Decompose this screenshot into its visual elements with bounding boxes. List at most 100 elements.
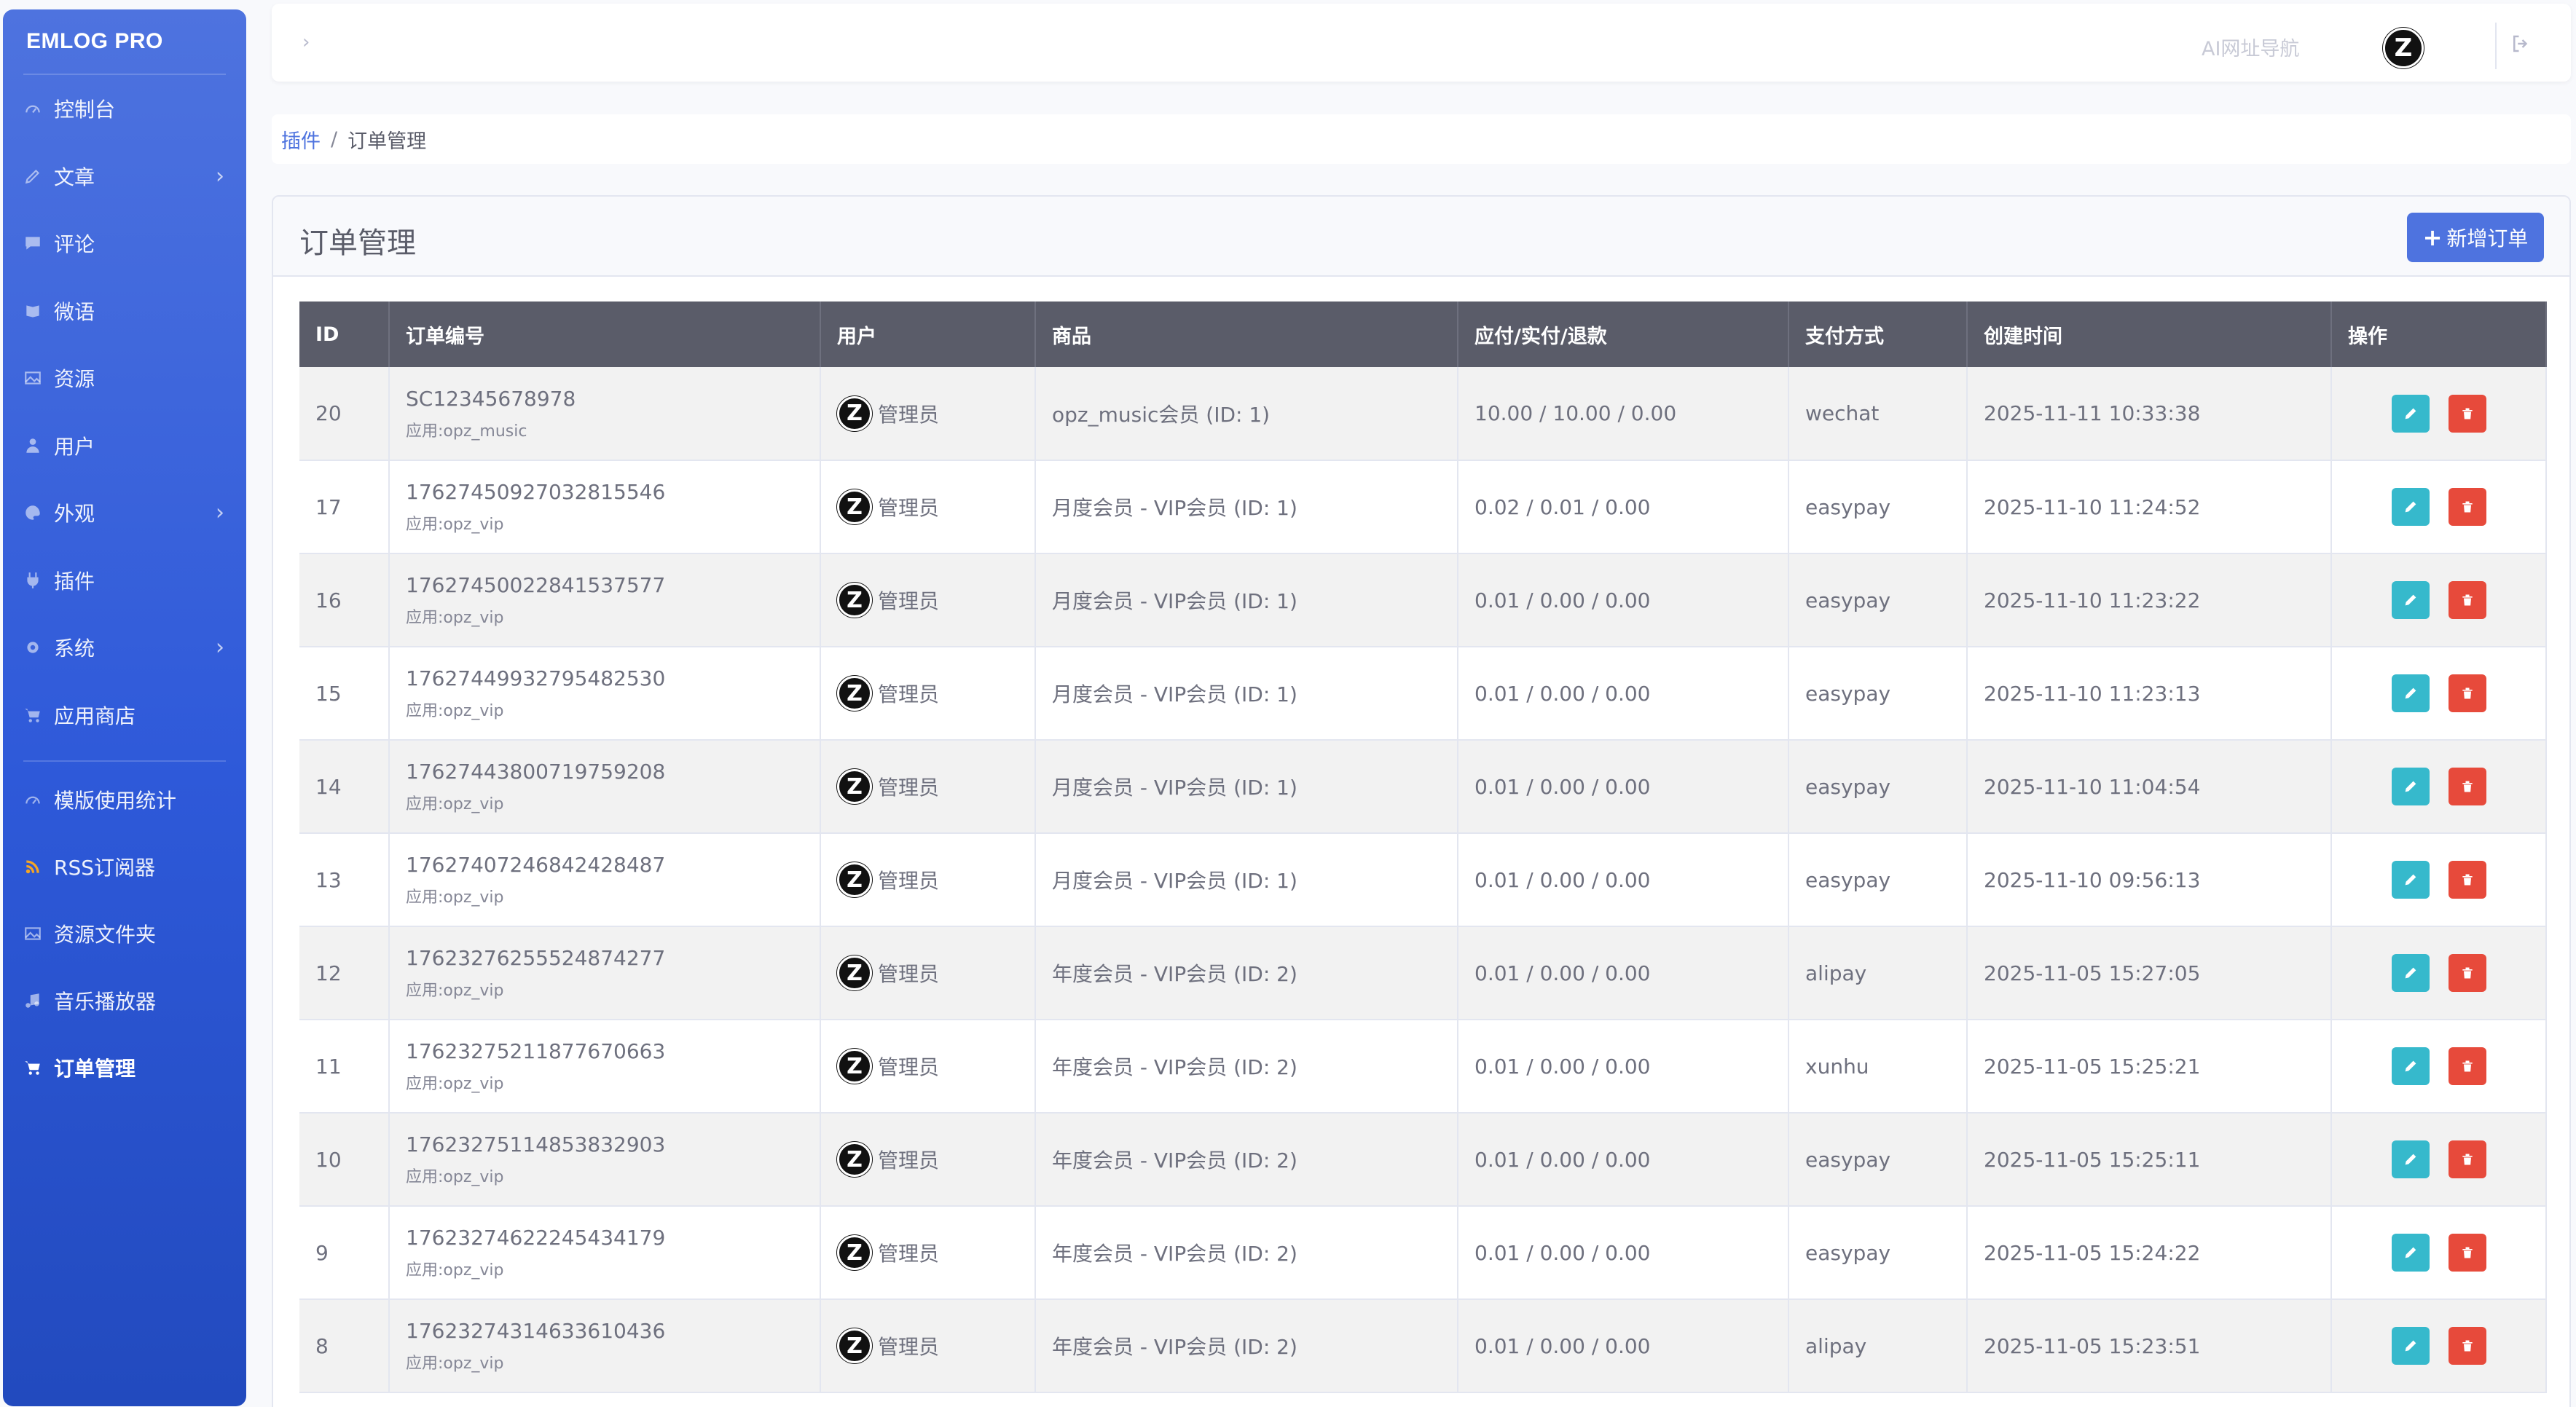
user-name: 管理员	[878, 962, 940, 986]
avatar: Z	[837, 676, 872, 711]
table-row: 15 17627449932795482530 应用:opz_vip Z 管理员 月度会员…	[299, 647, 2547, 741]
brand-logo[interactable]: EMLOG PRO	[23, 9, 226, 75]
edit-button[interactable]	[2392, 1047, 2430, 1085]
sidebar-item-label: 音乐播放器	[54, 990, 157, 1014]
table-row: 14 17627443800719759208 应用:opz_vip Z 管理员 月度会员…	[299, 740, 2547, 834]
sidebar-item-label: 资源	[54, 367, 95, 392]
table-header: ID 订单编号 用户 商品 应付/实付/退款 支付方式 创建时间 操作	[299, 302, 2547, 367]
sidebar-item-notes[interactable]: 微语	[23, 277, 226, 345]
product-cell: 年度会员 - VIP会员 (ID: 2)	[1035, 1113, 1458, 1207]
breadcrumb-current: 订单管理	[347, 130, 427, 153]
edit-button[interactable]	[2392, 674, 2430, 712]
table-row: 20 SC12345678978 应用:opz_music Z 管理员 opz_music…	[299, 367, 2547, 461]
pencil-icon	[2405, 501, 2416, 513]
delete-button[interactable]	[2449, 1327, 2486, 1365]
edit-button[interactable]	[2392, 954, 2430, 992]
user-cell: Z 管理员	[820, 460, 1036, 554]
sidebar-item-app-store[interactable]: 应用商店	[23, 682, 226, 749]
sidebar-item-rss-reader[interactable]: RSS订阅器	[23, 833, 226, 900]
sidebar-item-resource-folder[interactable]: 资源文件夹	[23, 900, 226, 967]
payment-cell: easypay	[1788, 647, 1968, 741]
sidebar: EMLOG PRO 控制台 文章 › 评论微语资源用户 外观 › 插件系统 › 应用商店 模版使…	[3, 9, 246, 1406]
avatar: Z	[837, 862, 872, 897]
user-cell: Z 管理员	[820, 1020, 1036, 1114]
order-id-cell: 12	[299, 926, 390, 1020]
sidebar-item-media[interactable]: 资源	[23, 344, 226, 412]
product-cell: opz_music会员 (ID: 1)	[1035, 367, 1458, 461]
pencil-icon	[2405, 874, 2416, 886]
user-avatar[interactable]: Z	[2383, 28, 2424, 68]
edit-button[interactable]	[2392, 581, 2430, 619]
edit-button[interactable]	[2392, 1234, 2430, 1272]
edit-button[interactable]	[2392, 861, 2430, 899]
add-order-button[interactable]: + 新增订单	[2407, 213, 2544, 262]
order-number: 17623274314633610436	[406, 1319, 666, 1343]
order-no-cell: 17627407246842428487 应用:opz_vip	[389, 833, 821, 927]
topbar: › AI网址导航 Z	[272, 4, 2571, 82]
ai-nav-link[interactable]: AI网址导航	[2202, 33, 2299, 61]
sidebar-item-posts[interactable]: 文章 ›	[23, 143, 226, 210]
product-cell: 年度会员 - VIP会员 (ID: 2)	[1035, 926, 1458, 1020]
delete-button[interactable]	[2449, 1140, 2486, 1178]
sidebar-item-appearance[interactable]: 外观 ›	[23, 479, 226, 547]
logout-icon[interactable]	[2510, 33, 2532, 58]
order-app: 应用:opz_vip	[406, 1355, 504, 1373]
cart-icon	[23, 706, 54, 725]
delete-button[interactable]	[2449, 1047, 2486, 1085]
amounts-cell: 10.00 / 10.00 / 0.00	[1458, 367, 1789, 461]
column-header: 订单编号	[389, 302, 821, 367]
actions-cell	[2331, 833, 2547, 927]
add-order-label: 新增订单	[2446, 226, 2529, 251]
avatar: Z	[837, 1235, 872, 1270]
sidebar-divider	[23, 760, 226, 762]
sidebar-toggle-icon[interactable]: ›	[302, 31, 310, 53]
order-app: 应用:opz_music	[406, 422, 527, 441]
table-row: 9 17623274622245434179 应用:opz_vip Z 管理员 年度会员 …	[299, 1206, 2547, 1300]
edit-button[interactable]	[2392, 1140, 2430, 1178]
user-name: 管理员	[878, 402, 940, 427]
pencil-icon	[2405, 594, 2416, 606]
delete-button[interactable]	[2449, 394, 2486, 433]
delete-button[interactable]	[2449, 954, 2486, 992]
delete-button[interactable]	[2449, 674, 2486, 712]
trash-icon	[2462, 1060, 2473, 1072]
delete-button[interactable]	[2449, 768, 2486, 805]
delete-button[interactable]	[2449, 861, 2486, 899]
edit-button[interactable]	[2392, 488, 2430, 526]
sidebar-item-dashboard[interactable]: 控制台	[23, 75, 226, 143]
sidebar-item-label: 资源文件夹	[54, 923, 157, 947]
delete-button[interactable]	[2449, 581, 2486, 619]
breadcrumb-plugins-link[interactable]: 插件	[281, 125, 321, 154]
sidebar-item-music-player[interactable]: 音乐播放器	[23, 967, 226, 1034]
created-cell: 2025-11-05 15:27:05	[1967, 926, 2332, 1020]
edit-button[interactable]	[2392, 768, 2430, 805]
actions-cell	[2331, 740, 2547, 834]
trash-icon	[2462, 1247, 2473, 1258]
sidebar-item-comments[interactable]: 评论	[23, 210, 226, 277]
order-no-cell: 17623274314633610436 应用:opz_vip	[389, 1299, 821, 1393]
pencil-icon	[2405, 967, 2416, 979]
pencil-icon	[2405, 1060, 2416, 1072]
edit-button[interactable]	[2392, 1327, 2430, 1365]
payment-cell: alipay	[1788, 1299, 1968, 1393]
sidebar-item-users[interactable]: 用户	[23, 412, 226, 480]
edit-button[interactable]	[2392, 394, 2430, 433]
user-icon	[23, 436, 54, 455]
sidebar-item-system[interactable]: 系统 ›	[23, 614, 226, 682]
delete-button[interactable]	[2449, 488, 2486, 526]
sidebar-item-label: 微语	[54, 299, 95, 324]
sidebar-item-label: 插件	[54, 569, 95, 594]
column-header: ID	[299, 302, 390, 367]
payment-cell: wechat	[1788, 367, 1968, 461]
created-cell: 2025-11-10 11:04:54	[1967, 740, 2332, 834]
order-id-cell: 17	[299, 460, 390, 554]
created-cell: 2025-11-05 15:25:21	[1967, 1020, 2332, 1114]
delete-button[interactable]	[2449, 1234, 2486, 1272]
sidebar-item-plugins[interactable]: 插件	[23, 547, 226, 615]
payment-cell: easypay	[1788, 740, 1968, 834]
product-cell: 年度会员 - VIP会员 (ID: 2)	[1035, 1206, 1458, 1300]
sidebar-item-template-stats[interactable]: 模版使用统计	[23, 766, 226, 833]
actions-cell	[2331, 1206, 2547, 1300]
order-app: 应用:opz_vip	[406, 1168, 504, 1186]
sidebar-item-order-management[interactable]: 订单管理	[23, 1034, 226, 1101]
